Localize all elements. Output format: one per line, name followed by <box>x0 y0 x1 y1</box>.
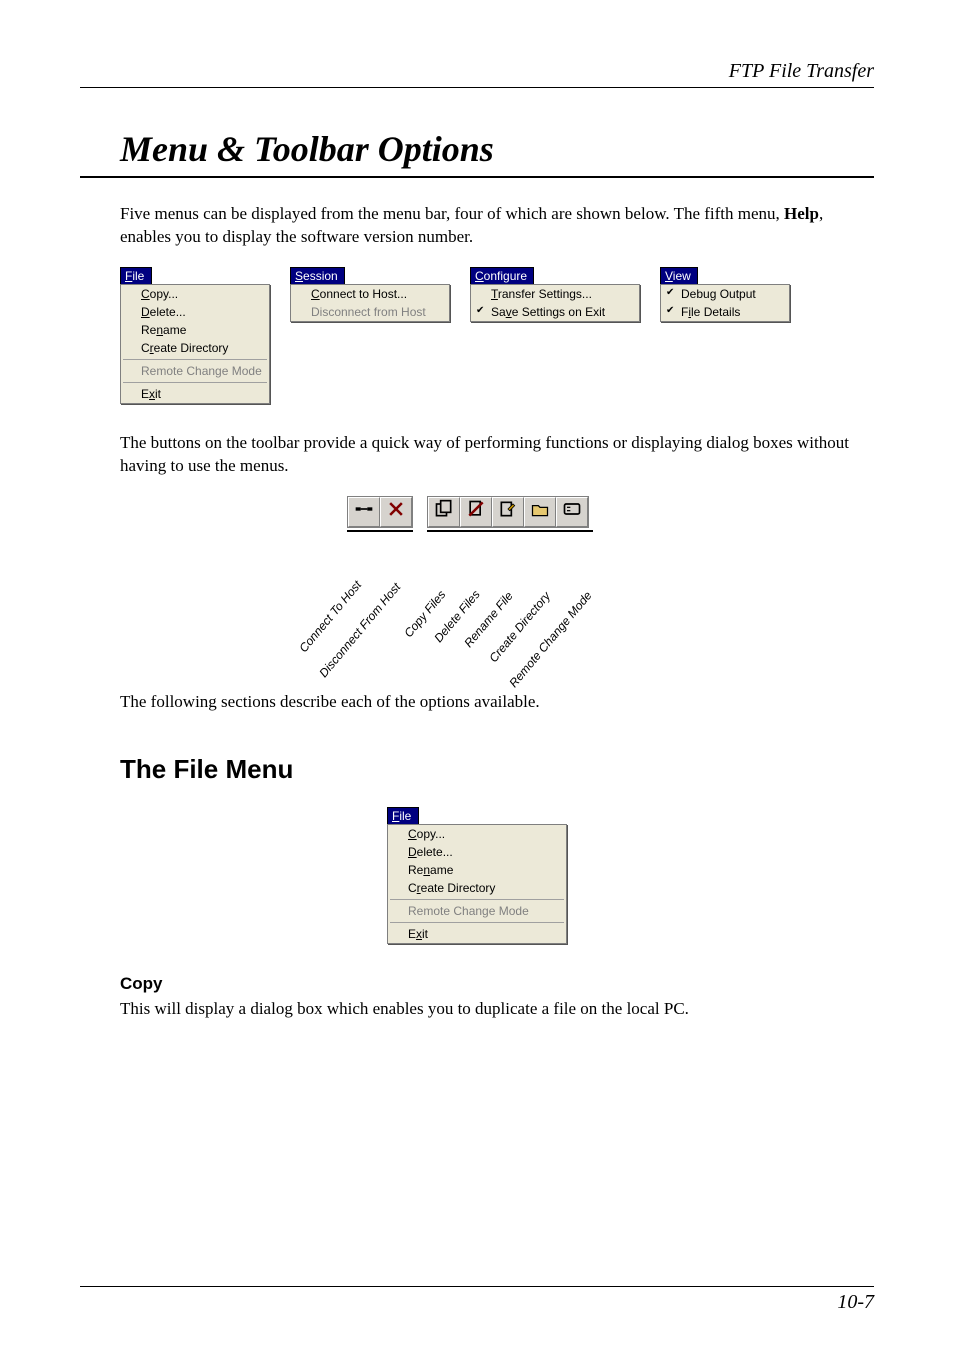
menu-item-debug-output[interactable]: Debug Output <box>661 285 789 303</box>
view-menu-title[interactable]: View <box>660 267 698 284</box>
menu2-separator <box>390 899 564 900</box>
main-title: Menu & Toolbar Options <box>80 128 874 170</box>
menu-item-transfer-settings[interactable]: Transfer Settings... <box>471 285 639 303</box>
toolbar-create-directory-button[interactable] <box>524 497 556 527</box>
toolbar-label-remote-mode: Remote Change Mode <box>506 588 594 689</box>
file-menu2-title-rest: ile <box>399 809 411 823</box>
copy-subheading: Copy <box>80 974 874 994</box>
page-header: FTP File Transfer <box>80 60 874 88</box>
menu-item-disconnect-from-host: Disconnect from Host <box>291 303 449 321</box>
menu-item-rename[interactable]: Rename <box>121 321 269 339</box>
menu-item-remote-change-mode: Remote Change Mode <box>121 362 269 380</box>
view-menu: View Debug Output File Details <box>660 267 790 404</box>
menu2-item-remote-change-mode: Remote Change Mode <box>388 902 566 920</box>
toolbar-connect-to-host-button[interactable] <box>348 497 380 527</box>
menu2-item-create-directory[interactable]: Create Directory <box>388 879 566 897</box>
configure-menu-title[interactable]: Configure <box>470 267 534 284</box>
file-menu: File Copy... Delete... Rename Create Dir… <box>120 267 270 404</box>
section-heading-file-menu: The File Menu <box>80 754 874 785</box>
menu-separator <box>123 359 267 360</box>
toolbar-rename-file-button[interactable] <box>492 497 524 527</box>
toolbar-underline-2 <box>427 530 593 532</box>
toolbar-label-disconnect: Disconnect From Host <box>316 580 403 680</box>
menu-separator <box>123 382 267 383</box>
menu2-separator <box>390 922 564 923</box>
toolbar-disconnect-from-host-button[interactable] <box>380 497 412 527</box>
file-menu-figure: File Copy... Delete... Rename Create Dir… <box>387 807 567 944</box>
remote-change-mode-icon <box>562 499 582 524</box>
configure-menu: Configure Transfer Settings... Save Sett… <box>470 267 640 404</box>
copy-files-icon <box>434 499 454 524</box>
page-footer: 10-7 <box>80 1286 874 1314</box>
menu-item-delete[interactable]: Delete... <box>121 303 269 321</box>
menu2-item-exit[interactable]: Exit <box>388 925 566 943</box>
file-menu2-title[interactable]: File <box>387 807 419 824</box>
menu2-item-rename[interactable]: Rename <box>388 861 566 879</box>
disconnect-icon <box>386 499 406 524</box>
toolbar-remote-change-mode-button[interactable] <box>556 497 588 527</box>
create-directory-icon <box>530 499 550 524</box>
menu-item-create-directory[interactable]: Create Directory <box>121 339 269 357</box>
menu-item-connect-to-host[interactable]: Connect to Host... <box>291 285 449 303</box>
toolbar-figure: Connect To Host Disconnect From Host Cop… <box>297 496 657 671</box>
configure-menu-title-rest: onfigure <box>484 269 527 283</box>
menu-item-exit[interactable]: Exit <box>121 385 269 403</box>
view-menu-title-u: V <box>665 269 673 283</box>
delete-files-icon <box>466 499 486 524</box>
intro-paragraph: Five menus can be displayed from the men… <box>80 203 874 249</box>
menu-item-file-details[interactable]: File Details <box>661 303 789 321</box>
menus-row: File Copy... Delete... Rename Create Dir… <box>80 267 874 404</box>
toolbar-copy-files-button[interactable] <box>428 497 460 527</box>
following-paragraph: The following sections describe each of … <box>80 691 874 714</box>
toolbar-paragraph: The buttons on the toolbar provide a qui… <box>80 432 874 478</box>
menu2-item-copy[interactable]: Copy... <box>388 825 566 843</box>
session-menu-title[interactable]: Session <box>290 267 345 284</box>
file-menu-title-rest: ile <box>132 269 144 283</box>
title-rule <box>80 176 874 178</box>
menu-item-save-settings-on-exit[interactable]: Save Settings on Exit <box>471 303 639 321</box>
rename-file-icon <box>498 499 518 524</box>
menu2-item-delete[interactable]: Delete... <box>388 843 566 861</box>
file-menu-title[interactable]: File <box>120 267 152 284</box>
configure-menu-title-u: C <box>475 269 484 283</box>
session-menu: Session Connect to Host... Disconnect fr… <box>290 267 450 404</box>
connect-icon <box>354 499 374 524</box>
toolbar-underline-1 <box>347 530 413 532</box>
session-menu-title-u: S <box>295 269 303 283</box>
toolbar <box>347 496 603 528</box>
intro-text-1: Five menus can be displayed from the men… <box>120 204 784 223</box>
copy-text: This will display a dialog box which ena… <box>80 998 874 1021</box>
intro-bold: Help <box>784 204 819 223</box>
menu-item-copy[interactable]: Copy... <box>121 285 269 303</box>
view-menu-title-rest: iew <box>673 269 691 283</box>
session-menu-title-rest: ession <box>303 269 338 283</box>
toolbar-delete-files-button[interactable] <box>460 497 492 527</box>
